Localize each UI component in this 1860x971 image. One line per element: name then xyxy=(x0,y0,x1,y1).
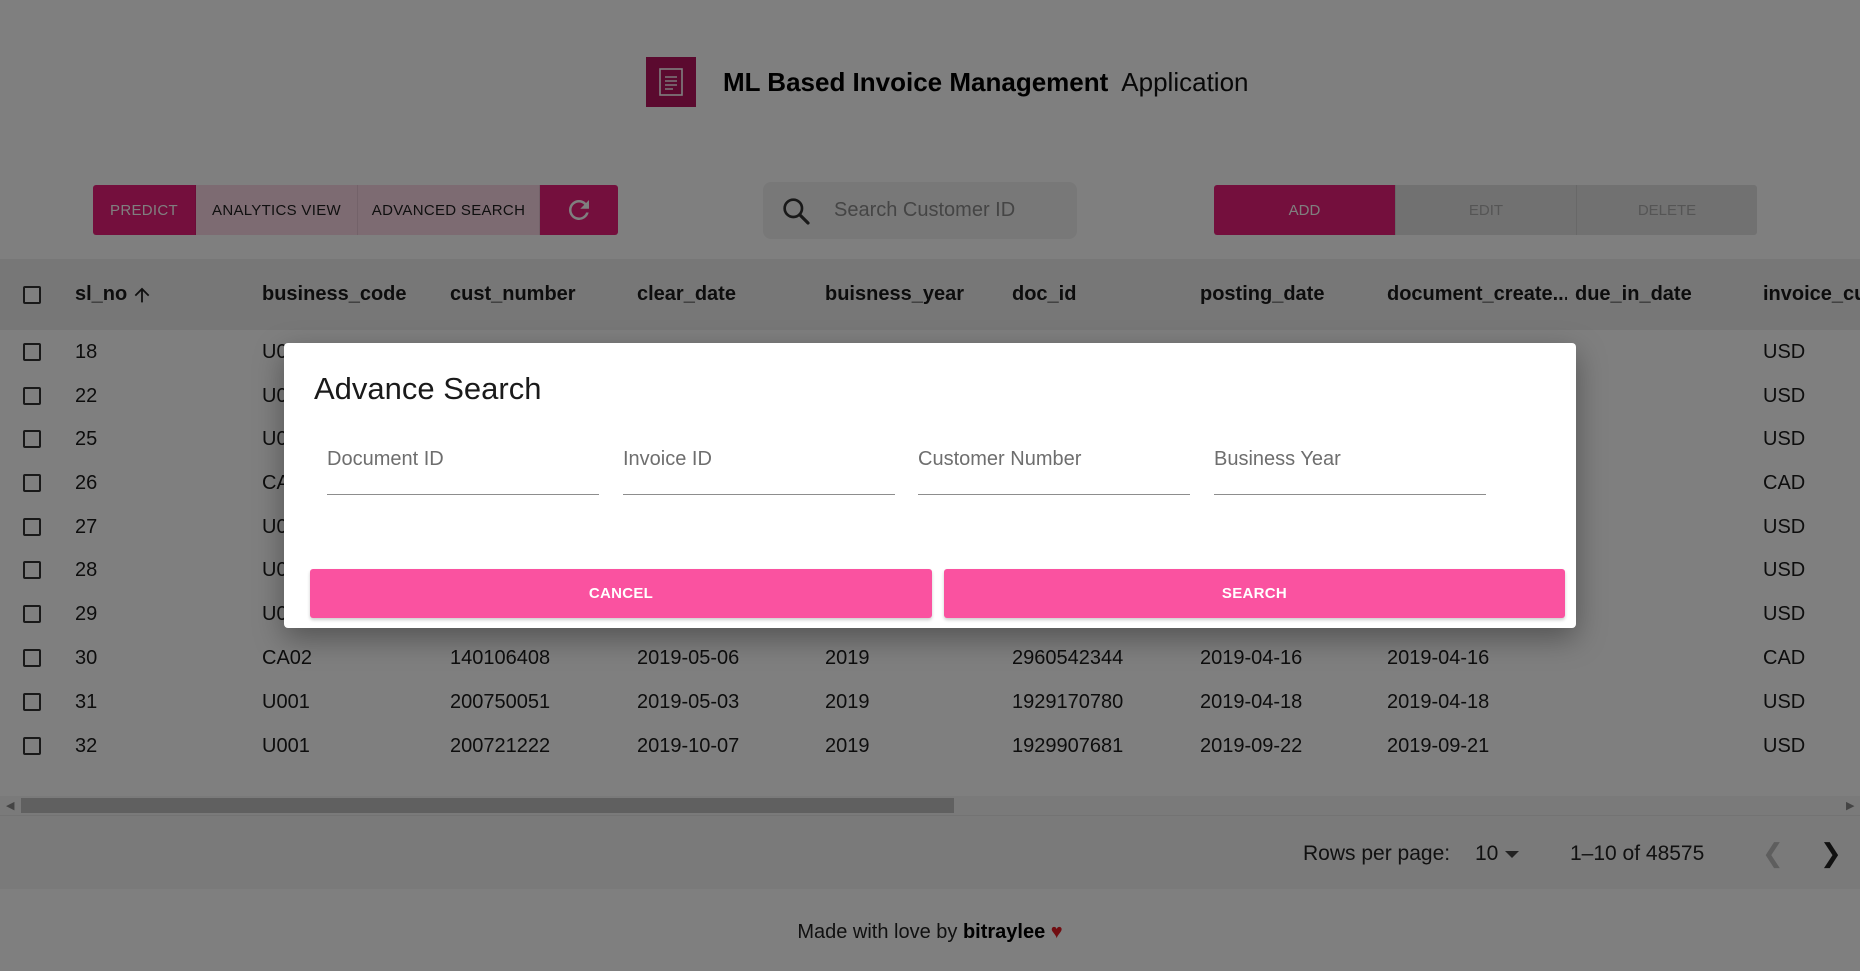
business-year-input[interactable] xyxy=(1214,448,1486,471)
invoice-id-field xyxy=(623,428,895,495)
dialog-title: Advance Search xyxy=(314,371,542,406)
document-id-input[interactable] xyxy=(327,448,599,471)
customer-number-input[interactable] xyxy=(918,448,1190,471)
advance-search-dialog: Advance Search CANCEL SEARCH xyxy=(284,343,1576,628)
invoice-id-input[interactable] xyxy=(623,448,895,471)
business-year-field xyxy=(1214,428,1486,495)
customer-number-field xyxy=(918,428,1190,495)
search-button[interactable]: SEARCH xyxy=(944,569,1565,618)
document-id-field xyxy=(327,428,599,495)
cancel-button[interactable]: CANCEL xyxy=(310,569,932,618)
